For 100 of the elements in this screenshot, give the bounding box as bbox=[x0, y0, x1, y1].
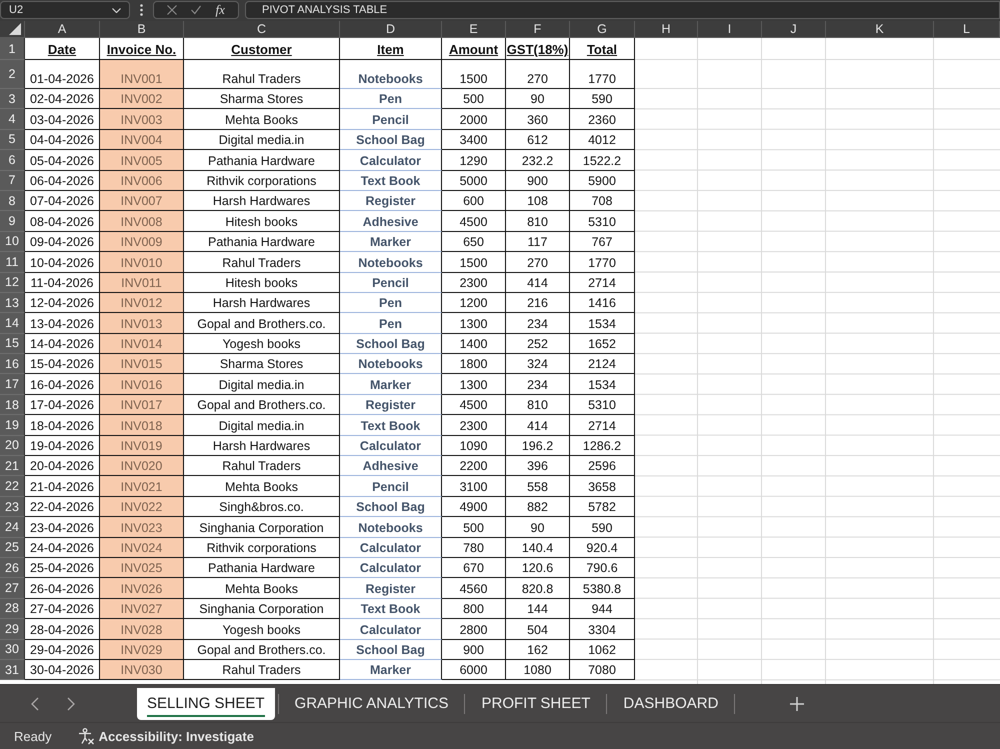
sheet-tab[interactable]: GRAPHIC ANALYTICS bbox=[282, 688, 462, 720]
row-header[interactable]: 23 bbox=[0, 496, 25, 518]
dropdown-caret-icon[interactable] bbox=[112, 8, 121, 12]
table-cell: Mehta Books bbox=[184, 578, 340, 599]
select-all-button[interactable] bbox=[0, 21, 25, 38]
add-icon[interactable] bbox=[790, 696, 804, 710]
row-header[interactable]: 17 bbox=[0, 374, 25, 395]
column-header[interactable]: H bbox=[635, 21, 698, 38]
table-cell: 612 bbox=[506, 130, 570, 150]
row-header[interactable]: 19 bbox=[0, 415, 25, 436]
table-cell: 396 bbox=[506, 456, 570, 476]
sheet-tab[interactable]: SELLING SHEET bbox=[137, 688, 275, 720]
table-cell: INV024 bbox=[100, 538, 184, 558]
table-cell: 3100 bbox=[442, 476, 506, 497]
row-header[interactable]: 8 bbox=[0, 190, 25, 212]
row-header[interactable]: 24 bbox=[0, 517, 25, 538]
table-header: GST(18%) bbox=[506, 38, 570, 60]
row-header[interactable]: 22 bbox=[0, 476, 25, 497]
table-cell: Rahul Traders bbox=[184, 456, 340, 476]
empty-cells[interactable] bbox=[635, 38, 1000, 684]
column-header[interactable]: J bbox=[762, 21, 826, 38]
row-header[interactable]: 26 bbox=[0, 558, 25, 578]
table-cell: Pathania Hardware bbox=[184, 232, 340, 252]
table-cell: Calculator bbox=[340, 150, 442, 171]
insert-function-button[interactable]: fx bbox=[216, 3, 225, 17]
table-cell: 1400 bbox=[442, 334, 506, 354]
table-cell: 2200 bbox=[442, 456, 506, 476]
table-cell: 920.4 bbox=[570, 538, 635, 558]
column-header[interactable]: K bbox=[826, 21, 934, 38]
more-options-icon[interactable] bbox=[140, 4, 143, 16]
table-cell: 820.8 bbox=[506, 578, 570, 599]
column-header[interactable]: C bbox=[184, 21, 340, 38]
checkmark-icon[interactable] bbox=[191, 5, 202, 15]
table-cell: Adhesive bbox=[340, 211, 442, 232]
chevron-right-icon[interactable] bbox=[66, 696, 76, 710]
row-header[interactable]: 4 bbox=[0, 109, 25, 130]
row-header[interactable]: 12 bbox=[0, 272, 25, 293]
column-header[interactable]: I bbox=[698, 21, 762, 38]
row-header[interactable]: 11 bbox=[0, 252, 25, 273]
table-cell: Digital media.in bbox=[184, 374, 340, 395]
table-cell: Calculator bbox=[340, 558, 442, 578]
column-header[interactable]: L bbox=[934, 21, 1000, 38]
row-header[interactable]: 16 bbox=[0, 354, 25, 374]
row-header[interactable]: 15 bbox=[0, 334, 25, 354]
row-header[interactable]: 14 bbox=[0, 313, 25, 334]
column-header[interactable]: D bbox=[340, 21, 442, 38]
table-cell: 1800 bbox=[442, 354, 506, 374]
cancel-icon[interactable] bbox=[167, 5, 178, 15]
row-header[interactable]: 30 bbox=[0, 640, 25, 660]
row-header[interactable]: 28 bbox=[0, 598, 25, 620]
table-cell: Notebooks bbox=[340, 354, 442, 374]
table-cell: Singhania Corporation bbox=[184, 598, 340, 620]
table-cell: Digital media.in bbox=[184, 415, 340, 436]
row-header[interactable]: 3 bbox=[0, 89, 25, 110]
row-header[interactable]: 27 bbox=[0, 578, 25, 599]
row-header[interactable]: 1 bbox=[0, 38, 25, 60]
row-header[interactable]: 5 bbox=[0, 130, 25, 150]
chevron-left-icon[interactable] bbox=[30, 696, 40, 710]
table-cell: 810 bbox=[506, 211, 570, 232]
table-cell: 1290 bbox=[442, 150, 506, 171]
row-header[interactable]: 20 bbox=[0, 436, 25, 456]
formula-field[interactable]: PIVOT ANALYSIS TABLE bbox=[245, 1, 1000, 19]
table-cell: 504 bbox=[506, 619, 570, 640]
table-cell: 270 bbox=[506, 60, 570, 89]
table-cell: Rahul Traders bbox=[184, 252, 340, 273]
table-cell: 3304 bbox=[570, 619, 635, 640]
row-header[interactable]: 21 bbox=[0, 456, 25, 476]
row-header[interactable]: 7 bbox=[0, 170, 25, 191]
column-header[interactable]: B bbox=[100, 21, 184, 38]
table-cell: Adhesive bbox=[340, 456, 442, 476]
row-header[interactable]: 29 bbox=[0, 619, 25, 640]
column-header[interactable]: E bbox=[442, 21, 506, 38]
row-header[interactable]: 6 bbox=[0, 150, 25, 171]
table-cell: Digital media.in bbox=[184, 130, 340, 150]
table-cell: 590 bbox=[570, 89, 635, 110]
row-header[interactable]: 9 bbox=[0, 211, 25, 232]
row-header[interactable]: 2 bbox=[0, 60, 25, 89]
accessibility-status[interactable]: Accessibility: Investigate bbox=[98, 728, 254, 744]
table-cell: Notebooks bbox=[340, 60, 442, 89]
row-header[interactable]: 25 bbox=[0, 538, 25, 558]
sheet-tab[interactable]: DASHBOARD bbox=[610, 688, 732, 720]
table-cell: INV002 bbox=[100, 89, 184, 110]
column-header[interactable]: G bbox=[570, 21, 635, 38]
table-cell: 1300 bbox=[442, 374, 506, 395]
row-header[interactable]: 18 bbox=[0, 394, 25, 416]
sheet-tab[interactable]: PROFIT SHEET bbox=[468, 688, 604, 720]
row-header[interactable]: 31 bbox=[0, 660, 25, 680]
table-cell: Harsh Hardwares bbox=[184, 436, 340, 456]
accessibility-icon[interactable] bbox=[78, 728, 95, 744]
row-header[interactable]: 13 bbox=[0, 292, 25, 314]
table-header: Amount bbox=[442, 38, 506, 60]
column-header[interactable]: F bbox=[506, 21, 570, 38]
table-cell: Singh&bros.co. bbox=[184, 496, 340, 518]
table-cell: 234 bbox=[506, 313, 570, 334]
row-header[interactable]: 10 bbox=[0, 232, 25, 252]
column-header[interactable]: A bbox=[25, 21, 100, 38]
table-cell: 5380.8 bbox=[570, 578, 635, 599]
table-cell: INV007 bbox=[100, 190, 184, 212]
name-box[interactable]: U2 bbox=[0, 1, 130, 19]
table-cell: Rahul Traders bbox=[184, 60, 340, 89]
